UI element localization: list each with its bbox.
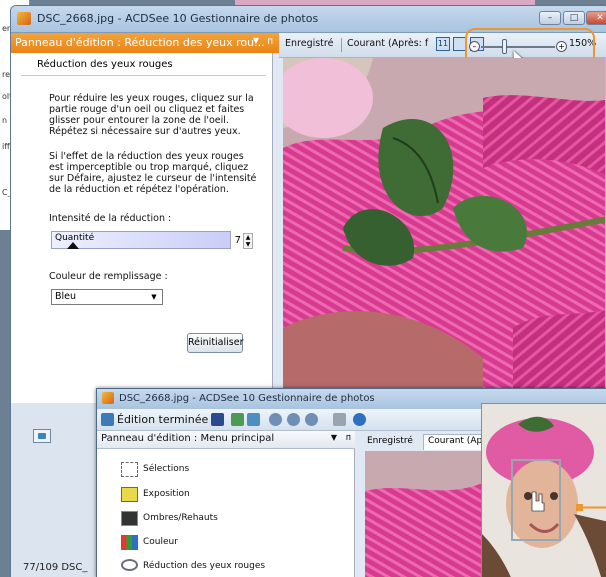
inset-viewer-tabs: Enregistré Courant (Aprè (361, 431, 497, 451)
status-text: 77/109 DSC_ (23, 562, 88, 573)
red-eye-icon (121, 559, 138, 571)
panel-section-title: Réduction des yeux rouges (37, 59, 173, 70)
minimize-button[interactable]: – (539, 11, 561, 25)
inset-hat-photo (365, 451, 487, 577)
done-icon[interactable] (101, 413, 114, 426)
save-icon[interactable] (211, 413, 224, 426)
actual-size-icon[interactable]: 11 (436, 37, 450, 51)
spinner-arrows-icon[interactable]: ▲ ▼ (243, 233, 253, 249)
inset-photo[interactable] (365, 451, 487, 577)
instructions-text: Pour réduire les yeux rouges, cliquez su… (49, 93, 254, 137)
pin-icon[interactable]: ᴨ (267, 36, 273, 47)
pin-icon[interactable]: ᴨ (346, 433, 351, 443)
selection-icon (121, 462, 138, 477)
menu-item-selections[interactable]: Sélections (143, 464, 189, 474)
panel-dropdown-icon[interactable]: ▼ (253, 36, 259, 45)
inset-panel-header[interactable]: Panneau d'édition : Menu principal ▼ ᴨ (97, 431, 355, 449)
amount-spinner[interactable]: 7 ▲ ▼ (223, 233, 253, 249)
fill-color-value: Bleu (55, 291, 77, 302)
fill-color-label: Couleur de remplissage : (49, 271, 168, 282)
panel-dropdown-icon[interactable]: ▼ (331, 433, 337, 442)
exposure-icon (121, 487, 138, 502)
shadows-icon (121, 511, 138, 526)
photo-canvas[interactable] (283, 58, 606, 398)
edit-panel-title: Panneau d'édition : Réduction des yeux r… (15, 36, 265, 49)
inset-window-title: DSC_2668.jpg - ACDSee 10 Gestionnaire de… (119, 393, 375, 404)
red-eye-panel: Réduction des yeux rouges Pour réduire l… (11, 53, 273, 403)
inset-panel-title: Panneau d'édition : Menu principal (101, 433, 275, 444)
tab-saved[interactable]: Enregistré (367, 436, 413, 446)
amount-value[interactable]: 7 (223, 235, 241, 246)
slider-thumb[interactable] (67, 242, 80, 249)
divider (21, 75, 266, 76)
edit-panel-header[interactable]: Panneau d'édition : Réduction des yeux r… (11, 33, 279, 53)
intensity-label: Intensité de la réduction : (49, 213, 172, 224)
inset-window: DSC_2668.jpg - ACDSee 10 Gestionnaire de… (96, 388, 606, 577)
navigator-thumbnail[interactable] (481, 403, 606, 577)
fill-color-select[interactable]: Bleu ▼ (51, 289, 163, 305)
menu-item-shadows[interactable]: Ombres/Rehauts (143, 513, 218, 523)
menu-item-exposure[interactable]: Exposition (143, 489, 190, 499)
done-editing-button[interactable]: Édition terminée (117, 413, 208, 426)
reset-button[interactable]: Réinitialiser (187, 333, 243, 353)
menu-item-color[interactable]: Couleur (143, 537, 178, 547)
maximize-button[interactable]: □ (563, 11, 585, 25)
acdsee-app-icon (17, 12, 31, 25)
close-button[interactable]: ✕ (586, 11, 606, 25)
divider (341, 38, 342, 52)
amount-slider[interactable]: Quantité (51, 231, 231, 249)
tab-current[interactable]: Courant (Après: f (347, 38, 428, 49)
chevron-down-icon[interactable]: ▼ (148, 291, 160, 303)
help-icon[interactable] (353, 413, 366, 426)
callout-arrow (576, 504, 606, 511)
main-menu-panel: Sélections Exposition Ombres/Rehauts Cou… (97, 449, 355, 577)
rotate-icon[interactable] (231, 413, 244, 426)
zoom-out-icon[interactable] (287, 413, 300, 426)
tab-saved[interactable]: Enregistré (285, 38, 333, 49)
panel-tool-button[interactable] (33, 429, 51, 443)
zoom-menu-icon[interactable] (305, 413, 318, 426)
instructions-text: Si l'effet de la réduction des yeux roug… (49, 151, 257, 195)
menu-item-red-eye[interactable]: Réduction des yeux rouges (143, 561, 265, 571)
rotate-right-icon[interactable] (247, 413, 260, 426)
window-title: DSC_2668.jpg - ACDSee 10 Gestionnaire de… (37, 12, 319, 25)
print-icon[interactable] (333, 413, 346, 426)
hat-photo (283, 58, 606, 398)
zoom-in-icon[interactable] (269, 413, 282, 426)
color-icon (121, 535, 138, 550)
acdsee-app-icon (102, 392, 114, 404)
girl-thumbnail (482, 404, 606, 577)
